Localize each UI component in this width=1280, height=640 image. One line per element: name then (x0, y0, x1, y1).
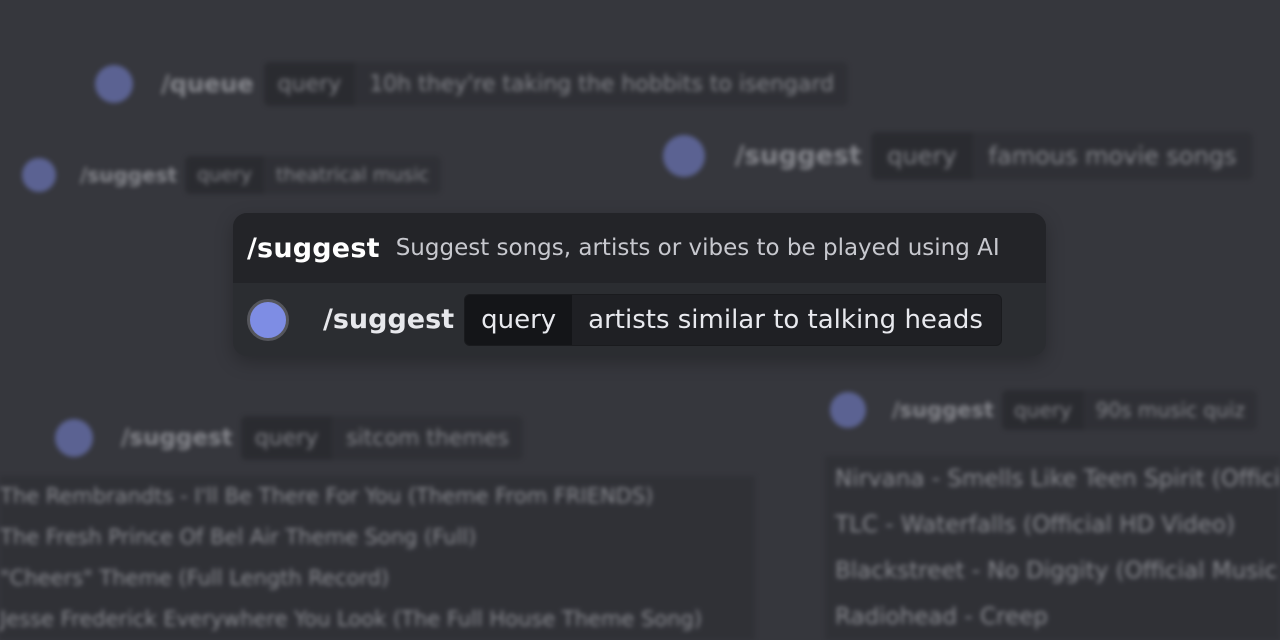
list-item: The Fresh Prince Of Bel Air Theme Song (… (0, 525, 477, 549)
option-key: query (465, 294, 573, 345)
option-value: theatrical music (275, 164, 429, 186)
command-name: /suggest (323, 304, 455, 335)
command-name: /suggest (735, 141, 862, 171)
list-item: Nirvana - Smells Like Teen Spirit (Offic… (835, 466, 1280, 492)
suggest-command-card: /suggest Suggest songs, artists or vibes… (233, 213, 1046, 356)
command-name: /queue (161, 70, 254, 98)
option-key: query (263, 62, 356, 106)
command-title: /suggest (247, 232, 380, 264)
option-value-input[interactable]: artists similar to talking heads (572, 295, 1001, 345)
option-key: query (185, 156, 264, 194)
list-item: Blackstreet - No Diggity (Official Music (835, 558, 1278, 584)
avatar (55, 419, 93, 457)
avatar (247, 298, 289, 341)
bg-command-queue: /queue query 10h they're taking the hobb… (95, 62, 849, 106)
avatar (95, 65, 133, 103)
option-pill: query theatrical music (185, 156, 441, 194)
option-pill: query sitcom themes (240, 416, 523, 460)
bg-command-suggest-movie: /suggest query famous movie songs (663, 132, 1253, 180)
option-pill: query famous movie songs (871, 132, 1253, 180)
option-pill: query 10h they're taking the hobbits to … (263, 62, 849, 106)
command-name: /suggest (121, 425, 233, 451)
command-name: /suggest (892, 398, 994, 422)
avatar (22, 158, 56, 192)
query-option[interactable]: query artists similar to talking heads (464, 293, 1002, 346)
option-value: 10h they're taking the hobbits to isenga… (369, 71, 835, 97)
left-results-list: The Rembrandts - I'll Be There For You (… (0, 476, 755, 640)
list-item: The Rembrandts - I'll Be There For You (… (0, 484, 654, 508)
avatar (830, 392, 866, 428)
option-value: sitcom themes (346, 425, 509, 451)
command-description: Suggest songs, artists or vibes to be pl… (395, 235, 1000, 261)
bg-command-suggest-sitcom: /suggest query sitcom themes (55, 416, 523, 460)
option-pill: query 90s music quiz (1001, 390, 1257, 430)
bg-command-suggest-90s: /suggest query 90s music quiz (830, 390, 1257, 430)
option-key: query (240, 416, 333, 460)
list-item: Radiohead - Creep (835, 604, 1048, 630)
card-header: /suggest Suggest songs, artists or vibes… (233, 213, 1046, 283)
list-item: "Cheers" Theme (Full Length Record) (0, 566, 390, 590)
list-item: Jesse Frederick Everywhere You Look (The… (0, 607, 703, 631)
option-value: famous movie songs (988, 142, 1237, 170)
app-stage: /queue query 10h they're taking the hobb… (0, 0, 1280, 640)
option-key: query (1001, 390, 1084, 430)
avatar (663, 135, 705, 177)
option-key: query (871, 132, 973, 180)
bg-command-suggest-theatrical: /suggest query theatrical music (22, 156, 441, 194)
command-name: /suggest (80, 163, 178, 187)
right-results-list: Nirvana - Smells Like Teen Spirit (Offic… (825, 456, 1280, 640)
list-item: TLC - Waterfalls (Official HD Video) (835, 512, 1235, 538)
command-input-row[interactable]: /suggest query artists similar to talkin… (233, 283, 1046, 356)
option-value: 90s music quiz (1095, 398, 1245, 422)
